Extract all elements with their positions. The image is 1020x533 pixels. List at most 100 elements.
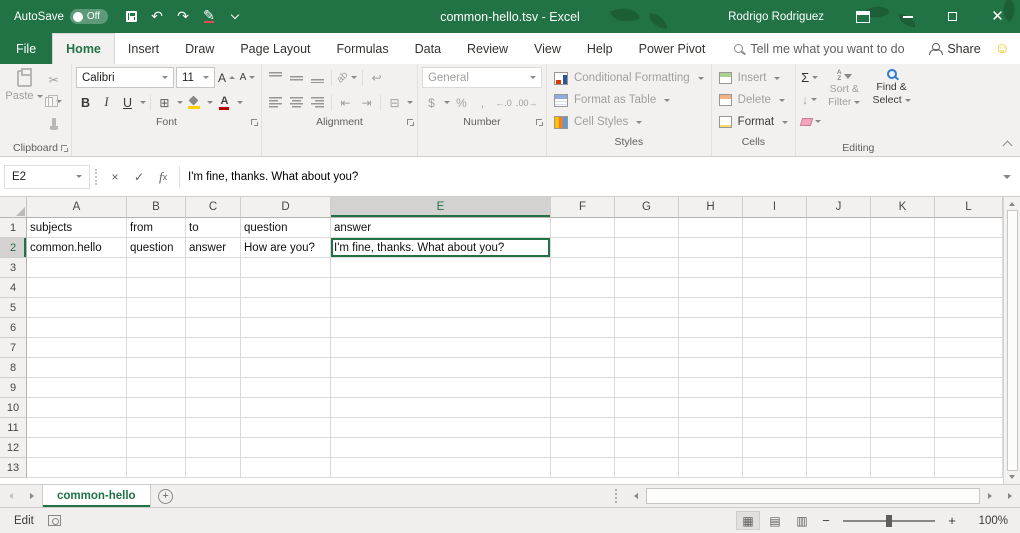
cell-B1[interactable]: from	[127, 218, 186, 238]
cell-F5[interactable]	[551, 298, 615, 318]
zoom-in-button[interactable]: +	[943, 513, 961, 528]
column-header-K[interactable]: K	[871, 197, 935, 218]
formula-input[interactable]: I'm fine, thanks. What about you?	[180, 157, 994, 196]
delete-cells-button[interactable]: Delete	[716, 89, 791, 111]
column-header-A[interactable]: A	[27, 197, 127, 218]
increase-decimal-button[interactable]: ←.0	[494, 92, 513, 113]
cell-H11[interactable]	[679, 418, 743, 438]
share-button[interactable]: Share	[929, 42, 980, 56]
row-header-6[interactable]: 6	[0, 318, 27, 338]
tab-help[interactable]: Help	[574, 33, 626, 64]
accounting-format-button[interactable]: $	[422, 92, 441, 113]
cell-A1[interactable]: subjects	[27, 218, 127, 238]
cell-H9[interactable]	[679, 378, 743, 398]
collapse-ribbon-button[interactable]	[1003, 141, 1013, 151]
cell-F11[interactable]	[551, 418, 615, 438]
row-header-12[interactable]: 12	[0, 438, 27, 458]
cell-L5[interactable]	[935, 298, 1003, 318]
cell-styles-button[interactable]: Cell Styles	[551, 111, 707, 133]
cell-E1[interactable]: answer	[331, 218, 551, 238]
column-header-J[interactable]: J	[807, 197, 871, 218]
maximize-button[interactable]	[930, 0, 975, 33]
cell-H10[interactable]	[679, 398, 743, 418]
cell-E7[interactable]	[331, 338, 551, 358]
cell-G7[interactable]	[615, 338, 679, 358]
horizontal-scrollbar[interactable]	[627, 485, 999, 507]
cell-B9[interactable]	[127, 378, 186, 398]
cancel-button[interactable]: ×	[104, 166, 126, 188]
cell-C12[interactable]	[186, 438, 241, 458]
cell-L1[interactable]	[935, 218, 1003, 238]
scroll-up-icon[interactable]	[1009, 202, 1015, 206]
number-format-select[interactable]: General	[422, 67, 542, 88]
cell-B3[interactable]	[127, 258, 186, 278]
cell-I9[interactable]	[743, 378, 807, 398]
cell-K1[interactable]	[871, 218, 935, 238]
tab-page-layout[interactable]: Page Layout	[227, 33, 323, 64]
insert-function-button[interactable]: fx	[152, 166, 174, 188]
cell-I8[interactable]	[743, 358, 807, 378]
cell-I6[interactable]	[743, 318, 807, 338]
cell-E10[interactable]	[331, 398, 551, 418]
cell-D1[interactable]: question	[241, 218, 331, 238]
fill-button[interactable]: ↓	[800, 89, 819, 110]
comma-style-button[interactable]: ,	[473, 92, 492, 113]
formula-bar-expand-button[interactable]	[994, 175, 1018, 179]
fill-color-button[interactable]	[185, 92, 204, 113]
cell-L11[interactable]	[935, 418, 1003, 438]
row-header-9[interactable]: 9	[0, 378, 27, 398]
cell-G13[interactable]	[615, 458, 679, 478]
cell-D13[interactable]	[241, 458, 331, 478]
cell-A10[interactable]	[27, 398, 127, 418]
horizontal-scroll-thumb[interactable]	[646, 488, 980, 504]
cell-I12[interactable]	[743, 438, 807, 458]
feedback-smiley-icon[interactable]: ☺	[995, 40, 1010, 57]
column-header-F[interactable]: F	[551, 197, 615, 218]
cell-B2[interactable]: question	[127, 238, 186, 258]
cell-K9[interactable]	[871, 378, 935, 398]
cell-G10[interactable]	[615, 398, 679, 418]
font-color-button[interactable]: A	[215, 92, 234, 113]
zoom-level[interactable]: 100%	[972, 515, 1008, 527]
decrease-indent-button[interactable]: ⇤	[336, 92, 355, 113]
underline-button[interactable]: U	[118, 92, 137, 113]
cell-G8[interactable]	[615, 358, 679, 378]
tab-data[interactable]: Data	[402, 33, 454, 64]
row-header-2[interactable]: 2	[0, 238, 27, 258]
autosave-pill[interactable]: Off	[70, 9, 108, 24]
cell-E11[interactable]	[331, 418, 551, 438]
cell-B10[interactable]	[127, 398, 186, 418]
cell-I13[interactable]	[743, 458, 807, 478]
tell-me-box[interactable]: Tell me what you want to do	[734, 33, 904, 64]
align-left-button[interactable]	[266, 92, 285, 113]
align-center-button[interactable]	[287, 92, 306, 113]
zoom-slider-thumb[interactable]	[886, 515, 892, 527]
cell-H5[interactable]	[679, 298, 743, 318]
row-header-7[interactable]: 7	[0, 338, 27, 358]
close-button[interactable]: ✕	[975, 0, 1020, 33]
cell-L2[interactable]	[935, 238, 1003, 258]
page-break-view-button[interactable]: ▥	[790, 511, 814, 530]
cell-I7[interactable]	[743, 338, 807, 358]
cell-E12[interactable]	[331, 438, 551, 458]
page-layout-view-button[interactable]: ▤	[763, 511, 787, 530]
new-sheet-button[interactable]: +	[151, 485, 181, 507]
cell-D11[interactable]	[241, 418, 331, 438]
select-all-button[interactable]	[0, 197, 27, 218]
orientation-button[interactable]: ab	[336, 67, 358, 88]
cell-B8[interactable]	[127, 358, 186, 378]
italic-button[interactable]: I	[97, 92, 116, 113]
cell-A7[interactable]	[27, 338, 127, 358]
cell-C10[interactable]	[186, 398, 241, 418]
cell-E3[interactable]	[331, 258, 551, 278]
cell-B4[interactable]	[127, 278, 186, 298]
decrease-font-size-button[interactable]: A	[238, 67, 257, 88]
cell-J10[interactable]	[807, 398, 871, 418]
cell-G9[interactable]	[615, 378, 679, 398]
align-right-button[interactable]	[308, 92, 327, 113]
column-header-I[interactable]: I	[743, 197, 807, 218]
cell-A12[interactable]	[27, 438, 127, 458]
cell-H13[interactable]	[679, 458, 743, 478]
row-header-3[interactable]: 3	[0, 258, 27, 278]
format-as-table-button[interactable]: Format as Table	[551, 89, 707, 111]
